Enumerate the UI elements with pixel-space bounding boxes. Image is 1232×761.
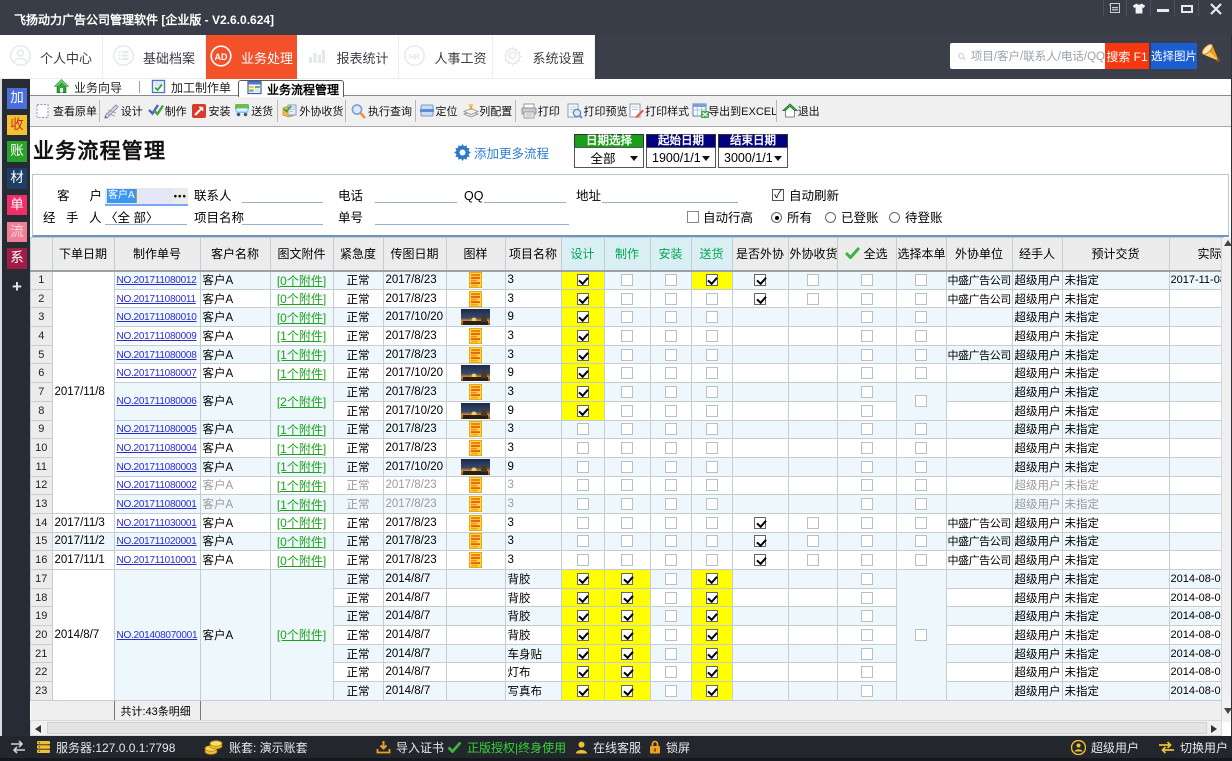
svg-text:HR: HR bbox=[410, 52, 421, 61]
svg-text:AD: AD bbox=[214, 51, 227, 61]
